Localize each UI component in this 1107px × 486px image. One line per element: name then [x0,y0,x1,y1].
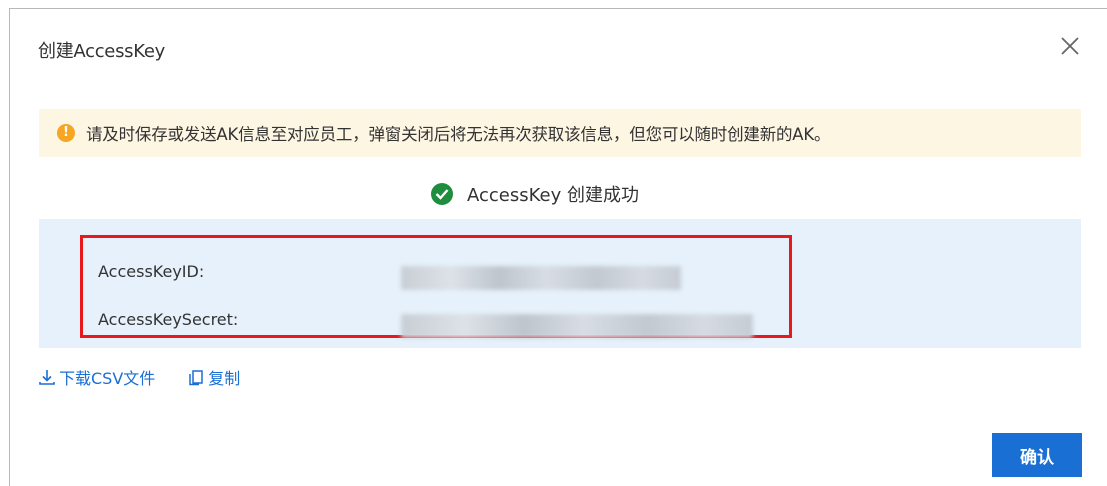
accesskey-secret-value [401,314,753,338]
accesskey-id-label: AccessKeyID: [98,262,205,281]
warning-icon: ! [57,124,75,142]
keys-panel: AccessKeyID: AccessKeySecret: [39,219,1081,348]
copy-label: 复制 [208,369,241,388]
download-csv-button[interactable]: 下载CSV文件 [38,365,155,389]
copy-button[interactable]: 复制 [187,365,240,389]
download-csv-label: 下载CSV文件 [59,369,156,388]
accesskey-id-value [401,266,681,290]
confirm-button[interactable]: 确认 [992,433,1082,477]
success-text: AccessKey 创建成功 [467,185,639,206]
close-icon[interactable] [1057,33,1083,59]
copy-icon [189,370,204,386]
dialog-title: 创建AccessKey [38,41,165,62]
notice-text: 请及时保存或发送AK信息至对应员工，弹窗关闭后将无法再次获取该信息，但您可以随时… [86,125,831,144]
success-message: AccessKey 创建成功 [10,181,1107,211]
keys-highlight-box: AccessKeyID: AccessKeySecret: [80,235,792,338]
create-accesskey-dialog: 创建AccessKey ! 请及时保存或发送AK信息至对应员工，弹窗关闭后将无法… [9,8,1107,486]
check-circle-icon [431,183,453,205]
warning-notice: ! 请及时保存或发送AK信息至对应员工，弹窗关闭后将无法再次获取该信息，但您可以… [39,109,1081,157]
accesskey-secret-label: AccessKeySecret: [98,310,239,329]
download-icon [39,370,55,385]
key-actions: 下载CSV文件 复制 [38,365,240,389]
